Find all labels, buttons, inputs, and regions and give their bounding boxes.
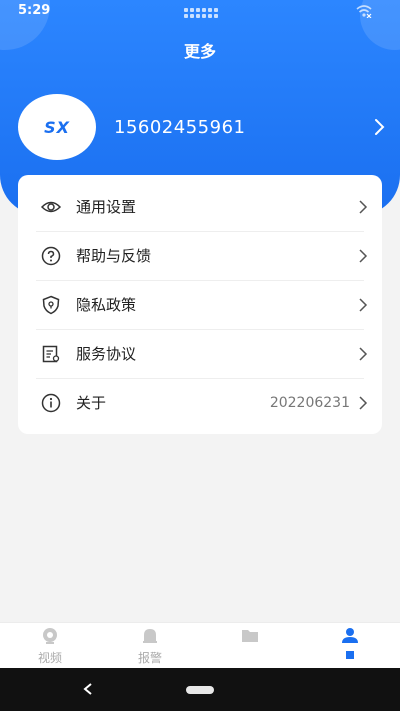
chevron-right-icon <box>359 346 368 361</box>
chevron-right-icon[interactable] <box>372 117 386 137</box>
status-time: 5:29 <box>18 3 51 18</box>
chevron-right-icon <box>359 248 368 263</box>
tab-label: 报警 <box>137 651 162 665</box>
menu-item-help-feedback[interactable]: 帮助与反馈 <box>18 231 382 280</box>
menu-item-service-agreement[interactable]: 服务协议 <box>18 329 382 378</box>
tab-files[interactable] <box>220 627 280 649</box>
help-icon <box>41 246 61 265</box>
chevron-right-icon <box>359 297 368 312</box>
info-icon <box>41 393 61 412</box>
profile-row[interactable]: SX 15602455961 <box>18 93 388 161</box>
wifi-icon <box>356 5 372 18</box>
tab-label: 视频 <box>37 651 62 665</box>
menu-label: 服务协议 <box>76 345 137 363</box>
menu-item-privacy-policy[interactable]: 隐私政策 <box>18 280 382 329</box>
chevron-right-icon <box>359 395 368 410</box>
status-bar: 5:29 <box>0 0 400 24</box>
menu-label: 隐私政策 <box>76 296 137 314</box>
menu-item-general-settings[interactable]: 通用设置 <box>18 182 382 231</box>
shield-icon <box>42 295 60 314</box>
back-icon[interactable] <box>82 682 94 696</box>
camera-notch <box>184 8 218 18</box>
phone-number: 15602455961 <box>114 116 246 138</box>
avatar[interactable]: SX <box>18 94 96 160</box>
system-navigation-bar <box>0 668 400 711</box>
menu-label: 通用设置 <box>76 198 137 216</box>
chevron-right-icon <box>359 199 368 214</box>
user-icon <box>342 628 358 643</box>
sx-logo: SX <box>44 117 70 137</box>
settings-eye-icon <box>40 201 62 212</box>
home-button[interactable] <box>186 686 214 694</box>
folder-icon <box>242 630 258 642</box>
menu-item-about[interactable]: 关于 202206231 <box>18 378 382 427</box>
menu-label: 关于 <box>76 394 107 412</box>
active-tab-indicator <box>346 651 354 659</box>
bottom-tab-bar: 视频 报警 <box>0 622 400 668</box>
menu-label: 帮助与反馈 <box>76 247 152 265</box>
camera-icon <box>43 628 57 644</box>
tab-video[interactable]: 视频 <box>20 627 80 666</box>
tab-alarm[interactable]: 报警 <box>120 627 180 666</box>
version-number: 202206231 <box>269 394 350 411</box>
bell-icon <box>143 629 157 643</box>
document-icon <box>42 345 60 362</box>
menu-card: 通用设置 帮助与反馈 隐私政策 服务协议 关于 202206231 <box>18 175 382 434</box>
page-title: 更多 <box>183 42 216 61</box>
tab-profile[interactable] <box>320 627 380 659</box>
